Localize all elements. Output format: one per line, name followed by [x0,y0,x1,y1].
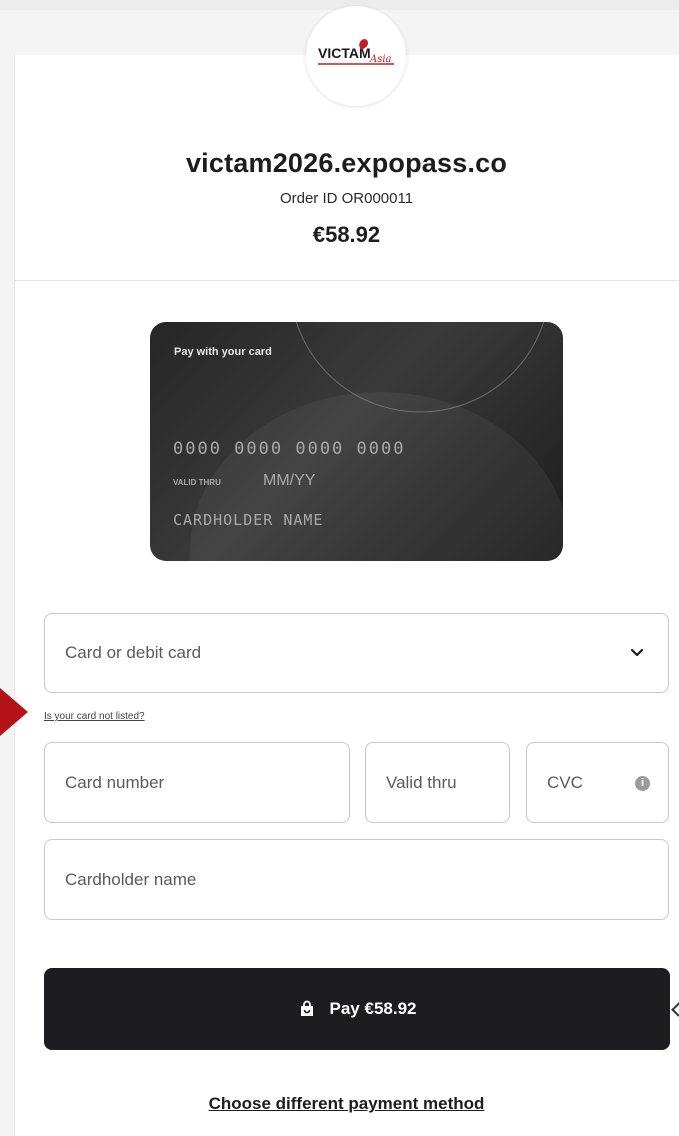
valid-thru-placeholder: Valid thru [386,772,457,792]
card-type-select[interactable]: Card or debit card [44,613,669,693]
cardholder-name-placeholder: Cardholder name [65,869,197,889]
card-not-listed-link[interactable]: Is your card not listed? [44,711,145,722]
merchant-logo: VICTAM Asia [306,6,406,106]
card-preview-valid-label: VALID THRU [173,478,221,487]
merchant-name: victam2026.expopass.co [185,148,508,178]
cvc-placeholder: CVC [547,772,583,792]
valid-thru-field[interactable]: Valid thru [365,742,510,823]
order-id: Order ID OR000011 [279,190,414,207]
pay-button[interactable]: Pay €58.92 [44,968,670,1050]
shopping-bag-icon [300,1000,313,1016]
info-icon[interactable]: i [635,776,650,791]
chevron-down-icon [630,648,644,657]
card-type-value: Card or debit card [65,643,202,662]
card-number-field[interactable]: Card number [44,742,350,823]
card-preview-holder: CARDHOLDER NAME [173,511,324,529]
header-divider [14,280,679,281]
choose-different-payment-link[interactable]: Choose different payment method [14,1094,679,1114]
pointer-marker-left [0,688,28,736]
card-preview-number: 0000 0000 0000 0000 [173,439,406,459]
pay-button-label: Pay €58.92 [329,999,417,1018]
card-number-placeholder: Card number [65,772,165,792]
cardholder-name-field[interactable]: Cardholder name [44,839,669,920]
card-preview-valid-value: MM/YY [263,472,316,489]
card-preview-title: Pay with your card [174,346,272,358]
card-preview: Pay with your card 0000 0000 0000 0000 V… [150,322,563,561]
cvc-field[interactable]: CVC i [526,742,669,823]
order-amount: €58.92 [312,222,381,247]
